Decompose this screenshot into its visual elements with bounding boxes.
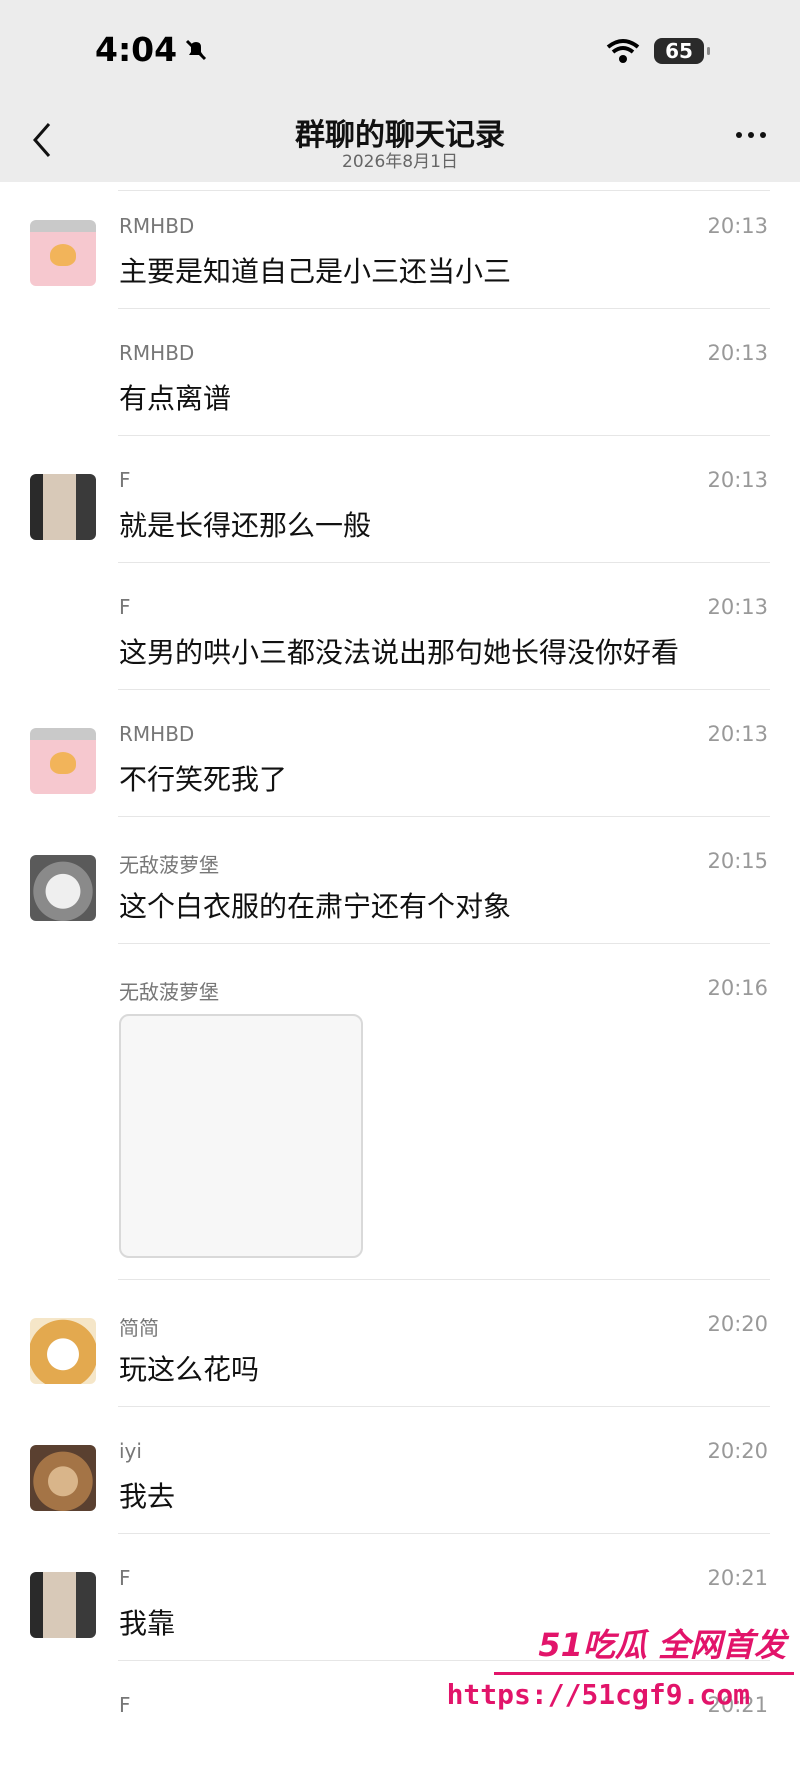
message-item[interactable]: F 20:13 这男的哄小三都没法说出那句她长得没你好看 bbox=[0, 563, 800, 690]
sender-name: iyi bbox=[119, 1439, 142, 1463]
message-item[interactable]: RMHBD 20:13 主要是知道自己是小三还当小三 bbox=[0, 182, 800, 309]
message-item[interactable]: 无敌菠萝堡 20:16 bbox=[0, 944, 800, 1280]
message-text: 这个白衣服的在肃宁还有个对象 bbox=[119, 890, 512, 923]
message-item[interactable]: iyi 20:20 我去 bbox=[0, 1407, 800, 1534]
avatar[interactable] bbox=[30, 474, 96, 540]
sender-name: RMHBD bbox=[119, 214, 195, 238]
message-text: 这男的哄小三都没法说出那句她长得没你好看 bbox=[119, 636, 680, 669]
watermark-line bbox=[494, 1672, 794, 1675]
message-list[interactable]: RMHBD 20:13 主要是知道自己是小三还当小三 RMHBD 20:13 有… bbox=[0, 182, 800, 1788]
watermark-url: https://51cgf9.com bbox=[446, 1678, 750, 1711]
message-time: 20:13 bbox=[707, 468, 768, 492]
watermark: 51吃瓜 全网首发 https://51cgf9.com bbox=[447, 1620, 794, 1730]
avatar[interactable] bbox=[30, 855, 96, 921]
avatar[interactable] bbox=[30, 1572, 96, 1638]
message-text: 我靠 bbox=[119, 1607, 176, 1640]
message-time: 20:13 bbox=[707, 595, 768, 619]
page-subtitle: 2026年8月1日 bbox=[342, 152, 458, 172]
sender-name: F bbox=[119, 1693, 131, 1717]
avatar[interactable] bbox=[30, 220, 96, 286]
message-time: 20:15 bbox=[707, 849, 768, 873]
status-time: 4:04 bbox=[95, 30, 209, 69]
avatar[interactable] bbox=[30, 1318, 96, 1384]
sender-name: 简简 bbox=[119, 1316, 159, 1340]
message-item[interactable]: RMHBD 20:13 有点离谱 bbox=[0, 309, 800, 436]
message-time: 20:16 bbox=[707, 976, 768, 1000]
battery-icon: 65 bbox=[654, 38, 710, 64]
message-item[interactable]: RMHBD 20:13 不行笑死我了 bbox=[0, 690, 800, 817]
more-button[interactable] bbox=[736, 132, 766, 138]
sender-name: RMHBD bbox=[119, 341, 195, 365]
message-time: 20:21 bbox=[707, 1566, 768, 1590]
sender-name: F bbox=[119, 468, 131, 492]
status-icons: 65 bbox=[606, 38, 710, 64]
header-bar: 4:04 65 群聊的聊天记录 2026年8月1日 bbox=[0, 0, 800, 182]
message-time: 20:13 bbox=[707, 214, 768, 238]
message-text: 主要是知道自己是小三还当小三 bbox=[119, 255, 512, 288]
message-text: 玩这么花吗 bbox=[119, 1353, 260, 1386]
image-placeholder[interactable] bbox=[119, 1014, 363, 1258]
sender-name: 无敌菠萝堡 bbox=[119, 853, 219, 877]
message-time: 20:13 bbox=[707, 722, 768, 746]
message-item[interactable]: 无敌菠萝堡 20:15 这个白衣服的在肃宁还有个对象 bbox=[0, 817, 800, 944]
message-text: 就是长得还那么一般 bbox=[119, 509, 372, 542]
bell-muted-icon bbox=[186, 39, 207, 60]
message-text: 不行笑死我了 bbox=[119, 763, 288, 796]
sender-name: F bbox=[119, 1566, 131, 1590]
watermark-brand: 51吃瓜 全网首发 bbox=[538, 1626, 786, 1664]
wifi-icon bbox=[606, 39, 640, 63]
message-time: 20:20 bbox=[707, 1439, 768, 1463]
avatar[interactable] bbox=[30, 1445, 96, 1511]
more-icon bbox=[736, 132, 742, 138]
message-text: 有点离谱 bbox=[119, 382, 232, 415]
battery-level: 65 bbox=[665, 39, 693, 63]
status-time-text: 4:04 bbox=[95, 30, 178, 69]
sender-name: RMHBD bbox=[119, 722, 195, 746]
message-item[interactable]: 简简 20:20 玩这么花吗 bbox=[0, 1280, 800, 1407]
message-time: 20:13 bbox=[707, 341, 768, 365]
sender-name: 无敌菠萝堡 bbox=[119, 980, 219, 1004]
message-text: 我去 bbox=[119, 1480, 176, 1513]
message-time: 20:20 bbox=[707, 1312, 768, 1336]
avatar[interactable] bbox=[30, 728, 96, 794]
message-item[interactable]: F 20:13 就是长得还那么一般 bbox=[0, 436, 800, 563]
sender-name: F bbox=[119, 595, 131, 619]
